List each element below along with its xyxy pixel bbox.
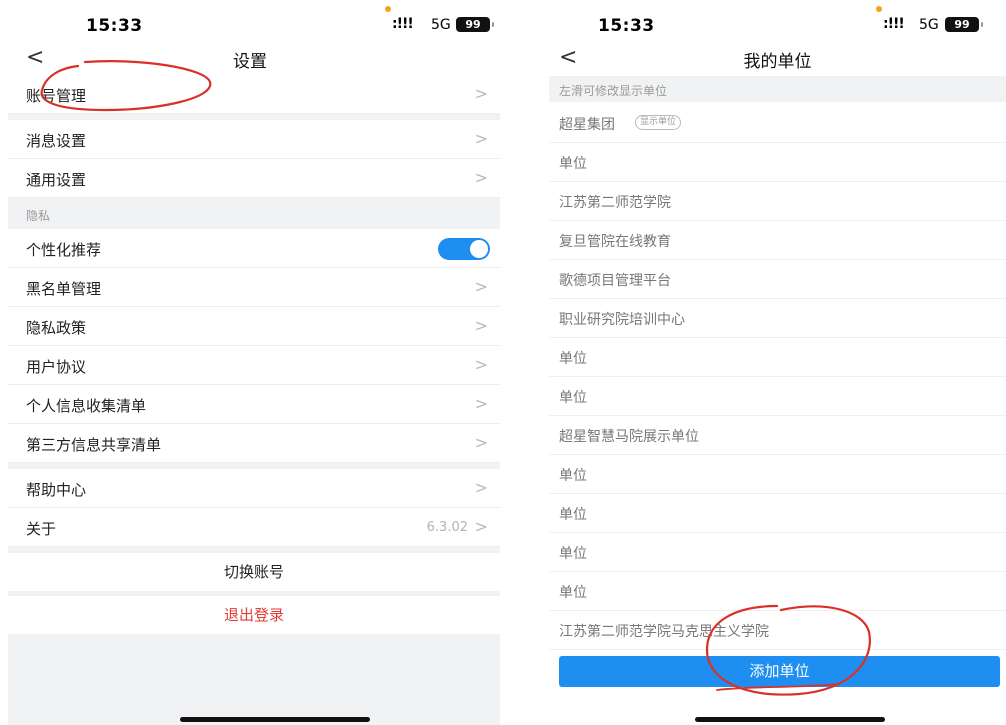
recording-dot-icon <box>876 6 882 12</box>
unit-list-item[interactable]: 单位 <box>549 377 1006 416</box>
settings-item-label: 用户协议 <box>26 358 87 376</box>
unit-list-item[interactable]: 超星集团 显示单位 <box>549 104 1006 143</box>
swipe-hint: 左滑可修改显示单位 <box>559 84 668 98</box>
settings-item-user-agreement[interactable]: 用户协议 > <box>8 346 500 385</box>
settings-item-personalized: 个性化推荐 <box>8 229 500 268</box>
unit-name: 江苏第二师范学院 <box>559 195 671 211</box>
display-unit-badge: 显示单位 <box>635 115 682 130</box>
unit-list-item[interactable]: 单位 <box>549 533 1006 572</box>
unit-list-item[interactable]: 单位 <box>549 494 1006 533</box>
chevron-right-icon: > <box>474 129 488 148</box>
network-type: 5G <box>919 17 939 33</box>
settings-item-label: 账号管理 <box>26 87 87 105</box>
chevron-right-icon: > <box>474 277 488 296</box>
unit-name: 单位 <box>559 351 587 367</box>
settings-item-label: 黑名单管理 <box>26 280 102 298</box>
unit-name: 单位 <box>559 156 587 172</box>
settings-item-help[interactable]: 帮助中心 > <box>8 469 500 508</box>
my-units-screen: 15:33 :!!! 5G 99 < 我的单位 左滑可修改显示单位 超星集团 显示… <box>549 0 1006 725</box>
status-time: 15:33 <box>86 16 143 36</box>
settings-item-blacklist[interactable]: 黑名单管理 > <box>8 268 500 307</box>
unit-list-item[interactable]: 单位 <box>549 143 1006 182</box>
chevron-right-icon: > <box>474 355 488 374</box>
home-indicator <box>695 717 885 722</box>
settings-item-third-party[interactable]: 第三方信息共享清单 > <box>8 424 500 463</box>
network-type: 5G <box>431 17 451 33</box>
home-indicator <box>180 717 370 722</box>
settings-item-about[interactable]: 关于 6.3.02 > <box>8 508 500 547</box>
battery-icon: 99 <box>456 17 494 32</box>
unit-list-item[interactable]: 江苏第二师范学院马克思主义学院 <box>549 611 1006 650</box>
status-bar: 15:33 :!!! 5G 99 <box>549 0 1006 44</box>
unit-list-item[interactable]: 单位 <box>549 338 1006 377</box>
chevron-right-icon: > <box>474 433 488 452</box>
hint-bar: 左滑可修改显示单位 <box>549 76 1006 102</box>
chevron-right-icon: > <box>474 168 488 187</box>
settings-item-account[interactable]: 账号管理 > <box>8 75 500 114</box>
settings-item-label: 个性化推荐 <box>26 241 102 259</box>
page-title: 设置 <box>233 52 267 72</box>
chevron-right-icon: > <box>474 517 488 536</box>
settings-item-label: 个人信息收集清单 <box>26 397 147 415</box>
settings-item-label: 隐私政策 <box>26 319 87 337</box>
logout-button[interactable]: 退出登录 <box>8 596 500 634</box>
unit-name: 江苏第二师范学院马克思主义学院 <box>559 624 769 640</box>
settings-item-privacy-policy[interactable]: 隐私政策 > <box>8 307 500 346</box>
unit-name: 职业研究院培训中心 <box>559 312 685 328</box>
settings-item-personal-info[interactable]: 个人信息收集清单 > <box>8 385 500 424</box>
signal-icon: :!!! <box>392 16 414 32</box>
switch-account-button[interactable]: 切换账号 <box>8 553 500 591</box>
unit-list-item[interactable]: 职业研究院培训中心 <box>549 299 1006 338</box>
unit-name: 单位 <box>559 390 587 406</box>
unit-list-item[interactable]: 超星智慧马院展示单位 <box>549 416 1006 455</box>
unit-name: 超星集团 <box>559 117 615 133</box>
add-unit-button[interactable]: 添加单位 <box>559 656 1000 687</box>
unit-list-item[interactable]: 复旦管院在线教育 <box>549 221 1006 260</box>
recording-dot-icon <box>385 6 391 12</box>
personalized-toggle[interactable] <box>438 238 490 260</box>
status-time: 15:33 <box>598 16 655 36</box>
unit-name: 超星智慧马院展示单位 <box>559 429 699 445</box>
chevron-right-icon: > <box>474 478 488 497</box>
unit-list-item[interactable]: 江苏第二师范学院 <box>549 182 1006 221</box>
settings-item-label: 帮助中心 <box>26 481 87 499</box>
chevron-right-icon: > <box>474 394 488 413</box>
unit-list-item[interactable]: 歌德项目管理平台 <box>549 260 1006 299</box>
chevron-right-icon: > <box>474 316 488 335</box>
signal-icon: :!!! <box>883 16 905 32</box>
nav-bar: < 设置 <box>0 44 500 74</box>
unit-list-item[interactable]: 单位 <box>549 455 1006 494</box>
section-label-privacy: 隐私 <box>26 209 51 223</box>
settings-screen: 15:33 :!!! 5G 99 < 设置 账号管理 > 消息设置 > 通用设置… <box>0 0 500 725</box>
unit-name: 歌德项目管理平台 <box>559 273 671 289</box>
battery-icon: 99 <box>945 17 983 32</box>
unit-name: 单位 <box>559 507 587 523</box>
settings-item-general[interactable]: 通用设置 > <box>8 159 500 198</box>
privacy-section-header: 隐私 <box>8 198 500 229</box>
settings-item-label: 关于 <box>26 520 57 538</box>
unit-name: 单位 <box>559 546 587 562</box>
unit-name: 单位 <box>559 585 587 601</box>
page-title: 我的单位 <box>743 52 812 72</box>
nav-bar: < 我的单位 <box>549 44 1006 74</box>
version-value: 6.3.02 <box>426 520 468 535</box>
chevron-right-icon: > <box>474 84 488 103</box>
unit-name: 单位 <box>559 468 587 484</box>
toggle-knob <box>470 240 488 258</box>
settings-item-label: 通用设置 <box>26 171 87 189</box>
settings-item-label: 第三方信息共享清单 <box>26 436 162 454</box>
status-bar: 15:33 :!!! 5G 99 <box>0 0 500 44</box>
bottom-background <box>8 634 500 725</box>
unit-list-item[interactable]: 单位 <box>549 572 1006 611</box>
settings-item-message[interactable]: 消息设置 > <box>8 120 500 159</box>
unit-name: 复旦管院在线教育 <box>559 234 671 250</box>
settings-item-label: 消息设置 <box>26 132 87 150</box>
